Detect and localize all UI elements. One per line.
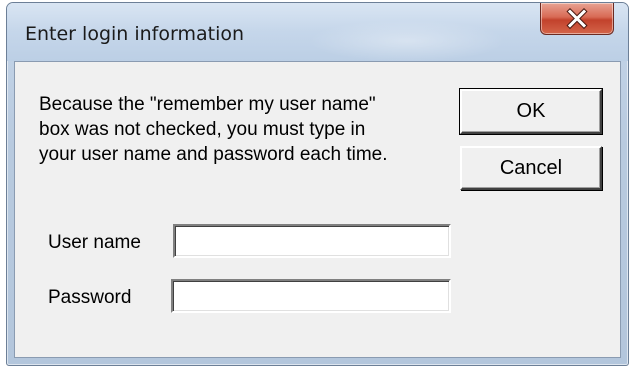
login-dialog-window: Enter login information Because the "rem… xyxy=(6,2,629,366)
username-field[interactable] xyxy=(173,224,451,258)
close-button[interactable] xyxy=(540,3,614,35)
password-label: Password xyxy=(48,287,132,308)
username-label: User name xyxy=(48,232,141,253)
title-bar[interactable]: Enter login information xyxy=(7,3,628,61)
cancel-button[interactable]: Cancel xyxy=(460,146,602,190)
window-title: Enter login information xyxy=(25,23,245,45)
close-icon xyxy=(566,7,588,29)
ok-button[interactable]: OK xyxy=(459,88,603,135)
password-field[interactable] xyxy=(171,279,451,313)
instruction-message: Because the "remember my user name" box … xyxy=(39,94,388,165)
dialog-body: Because the "remember my user name" box … xyxy=(14,61,621,358)
